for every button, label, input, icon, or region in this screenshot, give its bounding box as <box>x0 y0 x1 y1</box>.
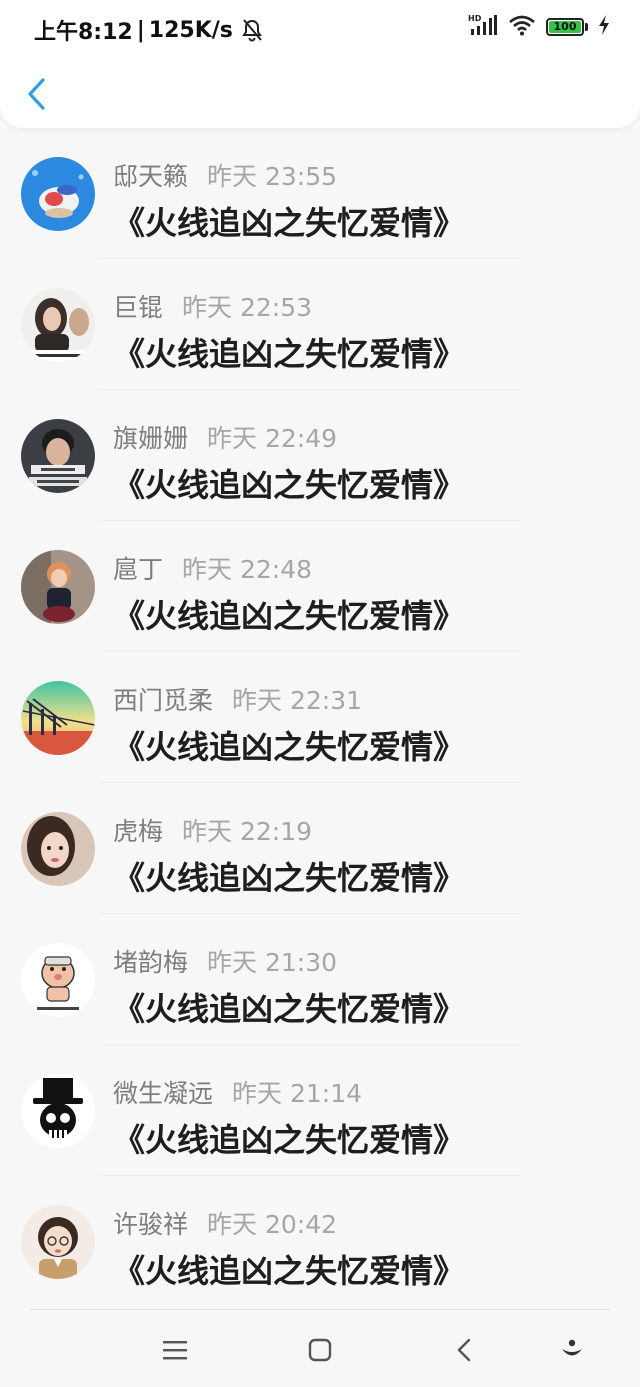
list-item[interactable]: 许骏祥 昨天 20:42 《火线追凶之失忆爱情》 <box>0 1176 640 1307</box>
item-title[interactable]: 《火线追凶之失忆爱情》 <box>113 460 465 506</box>
back-icon <box>457 1338 471 1362</box>
item-meta: 堵韵梅 昨天 21:30 <box>113 943 337 979</box>
item-meta: 巨锟 昨天 22:53 <box>113 288 312 324</box>
home-button[interactable] <box>300 1330 340 1370</box>
battery-icon: 100 <box>546 18 588 36</box>
list-item[interactable]: 巨锟 昨天 22:53 《火线追凶之失忆爱情》 <box>0 259 640 390</box>
timestamp: 昨天 22:53 <box>182 293 313 322</box>
list-item[interactable]: 堵韵梅 昨天 21:30 《火线追凶之失忆爱情》 <box>0 914 640 1045</box>
user-name[interactable]: 巨锟 <box>113 288 163 324</box>
item-meta: 西门觅柔 昨天 22:31 <box>113 681 362 717</box>
avatar[interactable] <box>21 943 95 1017</box>
bell-muted-icon <box>241 18 263 42</box>
status-bar: 上午8:12 | 125K/s HD 100 <box>0 0 640 56</box>
avatar[interactable] <box>21 419 95 493</box>
timestamp: 昨天 23:55 <box>207 162 338 191</box>
list-item[interactable]: 邸天籁 昨天 23:55 《火线追凶之失忆爱情》 <box>0 128 640 259</box>
status-right: HD 100 <box>468 14 610 40</box>
status-time: 上午8:12 <box>34 20 133 45</box>
user-name[interactable]: 邸天籁 <box>113 157 188 193</box>
item-title[interactable]: 《火线追凶之失忆爱情》 <box>113 1115 465 1161</box>
wifi-icon <box>508 14 536 40</box>
avatar[interactable] <box>21 1074 95 1148</box>
user-name[interactable]: 扈丁 <box>113 550 163 586</box>
user-name[interactable]: 微生凝远 <box>113 1074 213 1110</box>
user-name[interactable]: 西门觅柔 <box>113 681 213 717</box>
avatar[interactable] <box>21 812 95 886</box>
message-list: 邸天籁 昨天 23:55 《火线追凶之失忆爱情》 巨锟 昨天 22:53 《火线… <box>0 128 640 1307</box>
avatar[interactable] <box>21 550 95 624</box>
menu-button[interactable] <box>155 1330 195 1370</box>
item-title[interactable]: 《火线追凶之失忆爱情》 <box>113 1246 465 1292</box>
battery-tip <box>585 23 588 31</box>
item-meta: 许骏祥 昨天 20:42 <box>113 1205 337 1241</box>
item-title[interactable]: 《火线追凶之失忆爱情》 <box>113 984 465 1030</box>
timestamp: 昨天 22:31 <box>232 686 363 715</box>
chevron-left-icon <box>28 78 45 110</box>
item-meta: 扈丁 昨天 22:48 <box>113 550 312 586</box>
item-meta: 邸天籁 昨天 23:55 <box>113 157 337 193</box>
system-nav-bar <box>0 1310 640 1387</box>
battery-body: 100 <box>546 18 584 36</box>
back-button[interactable] <box>18 74 54 114</box>
list-item[interactable]: 微生凝远 昨天 21:14 《火线追凶之失忆爱情》 <box>0 1045 640 1176</box>
assistant-icon <box>562 1339 582 1356</box>
list-item[interactable]: 西门觅柔 昨天 22:31 《火线追凶之失忆爱情》 <box>0 652 640 783</box>
home-icon <box>308 1338 332 1362</box>
charging-icon <box>598 15 610 39</box>
network-speed: 125K/s <box>148 17 233 43</box>
list-item[interactable]: 旗姗姗 昨天 22:49 《火线追凶之失忆爱情》 <box>0 390 640 521</box>
assistant-button[interactable] <box>552 1330 592 1370</box>
avatar[interactable] <box>21 288 95 362</box>
signal-icon: HD <box>468 14 498 40</box>
avatar[interactable] <box>21 157 95 231</box>
item-title[interactable]: 《火线追凶之失忆爱情》 <box>113 591 465 637</box>
hd-label: HD <box>468 14 482 23</box>
status-left: 上午8:12 | 125K/s <box>34 14 263 46</box>
timestamp: 昨天 21:30 <box>207 948 338 977</box>
user-name[interactable]: 堵韵梅 <box>113 943 188 979</box>
item-meta: 微生凝远 昨天 21:14 <box>113 1074 362 1110</box>
timestamp: 昨天 22:48 <box>182 555 313 584</box>
menu-icon <box>163 1341 187 1360</box>
timestamp: 昨天 22:19 <box>182 817 313 846</box>
item-title[interactable]: 《火线追凶之失忆爱情》 <box>113 329 465 375</box>
list-item[interactable]: 虎梅 昨天 22:19 《火线追凶之失忆爱情》 <box>0 783 640 914</box>
system-back-button[interactable] <box>444 1330 484 1370</box>
user-name[interactable]: 虎梅 <box>113 812 163 848</box>
timestamp: 昨天 22:49 <box>207 424 338 453</box>
item-meta: 旗姗姗 昨天 22:49 <box>113 419 337 455</box>
avatar[interactable] <box>21 1205 95 1279</box>
user-name[interactable]: 旗姗姗 <box>113 419 188 455</box>
item-title[interactable]: 《火线追凶之失忆爱情》 <box>113 722 465 768</box>
item-title[interactable]: 《火线追凶之失忆爱情》 <box>113 853 465 899</box>
list-item[interactable]: 扈丁 昨天 22:48 《火线追凶之失忆爱情》 <box>0 521 640 652</box>
avatar[interactable] <box>21 681 95 755</box>
user-name[interactable]: 许骏祥 <box>113 1205 188 1241</box>
top-nav-bar <box>0 56 640 128</box>
timestamp: 昨天 21:14 <box>232 1079 363 1108</box>
item-meta: 虎梅 昨天 22:19 <box>113 812 312 848</box>
status-separator: | <box>136 17 145 43</box>
timestamp: 昨天 20:42 <box>207 1210 338 1239</box>
battery-level: 100 <box>549 21 581 33</box>
item-title[interactable]: 《火线追凶之失忆爱情》 <box>113 198 465 244</box>
